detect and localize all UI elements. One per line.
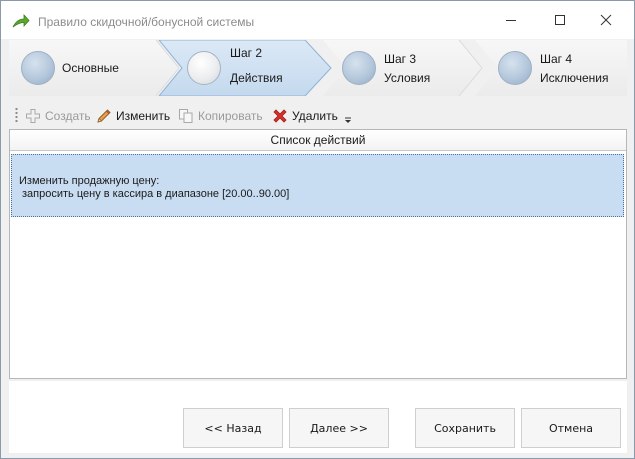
close-icon <box>600 14 612 26</box>
row-action-detail: запросить цену в кассира в диапазоне [20… <box>22 188 290 200</box>
delete-button[interactable]: Удалить <box>272 107 338 125</box>
toolbar-overflow-icon[interactable] <box>344 116 352 124</box>
step-1-label[interactable]: Основные <box>62 61 119 75</box>
create-button[interactable]: Создать <box>25 107 91 125</box>
step-4-label[interactable]: Шаг 4 <box>540 52 572 66</box>
step-3-indicator[interactable] <box>342 51 376 85</box>
next-button[interactable]: Далее >> <box>289 408 389 448</box>
minimize-icon <box>506 20 516 21</box>
step-4-sublabel[interactable]: Исключения <box>540 71 609 85</box>
delete-x-icon <box>273 109 287 123</box>
window-title: Правило скидочной/бонусной системы <box>38 15 255 29</box>
edit-button[interactable]: Изменить <box>96 107 170 125</box>
actions-toolbar: Создать Изменить Копировать Удалить <box>10 102 354 129</box>
pencil-icon <box>97 109 111 123</box>
step-2-indicator[interactable] <box>187 51 221 85</box>
actions-grid[interactable]: Список действий Изменить продажную цену:… <box>9 129 627 379</box>
wizard-steps: Основные Шаг 2 Действия Шаг 3 Условия Ша… <box>9 40 627 96</box>
green-arrow-icon <box>12 14 30 28</box>
copy-label: Копировать <box>198 109 263 123</box>
dialog-window: Правило скидочной/бонусной системы Основ… <box>0 0 635 459</box>
create-label: Создать <box>45 109 91 123</box>
table-row[interactable]: Изменить продажную цену: запросить цену … <box>11 154 624 217</box>
toolbar-grip[interactable] <box>15 107 18 124</box>
back-button[interactable]: << Назад <box>183 408 283 448</box>
delete-label: Удалить <box>292 109 338 123</box>
minimize-button[interactable] <box>497 9 525 31</box>
step-3-label[interactable]: Шаг 3 <box>384 52 416 66</box>
step-2-sublabel[interactable]: Действия <box>230 71 283 85</box>
step-3-sublabel[interactable]: Условия <box>384 71 430 85</box>
maximize-icon <box>555 15 565 25</box>
edit-label: Изменить <box>116 109 171 123</box>
maximize-button[interactable] <box>546 9 574 31</box>
title-bar: Правило скидочной/бонусной системы <box>1 1 634 39</box>
cancel-button[interactable]: Отмена <box>521 408 621 448</box>
row-action-title: Изменить продажную цену: <box>19 175 160 187</box>
step-4-indicator[interactable] <box>498 51 532 85</box>
grid-header[interactable]: Список действий <box>10 130 626 151</box>
plus-icon <box>26 109 40 123</box>
copy-icon <box>179 109 193 123</box>
step-2-label[interactable]: Шаг 2 <box>230 46 262 60</box>
save-button[interactable]: Сохранить <box>415 408 515 448</box>
close-button[interactable] <box>592 9 620 31</box>
step-1-indicator[interactable] <box>21 51 55 85</box>
copy-button[interactable]: Копировать <box>178 107 263 125</box>
